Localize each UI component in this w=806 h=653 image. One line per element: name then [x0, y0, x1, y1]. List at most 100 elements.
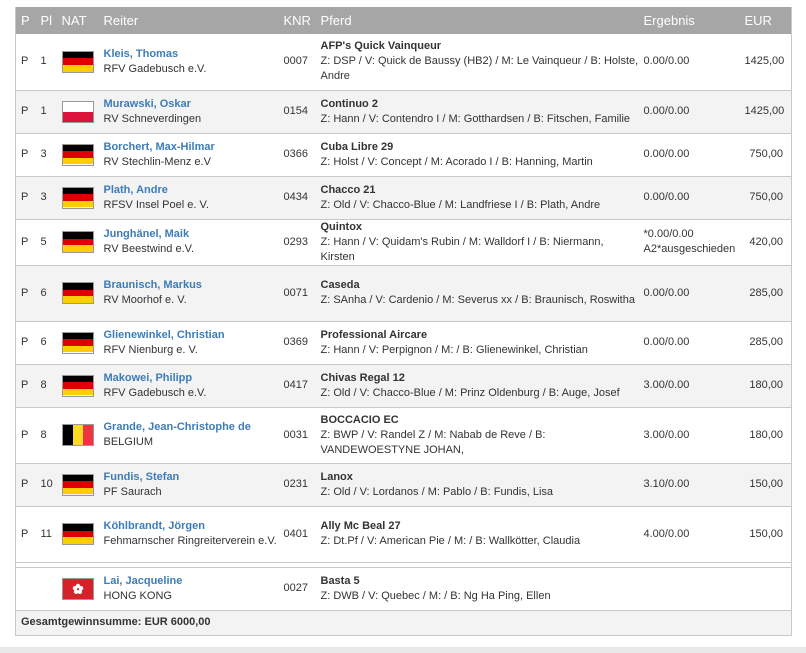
rider-link[interactable]: Junghänel, Maik	[104, 227, 279, 242]
rider-link[interactable]: Braunisch, Markus	[104, 278, 279, 293]
nat-cell	[56, 133, 99, 177]
nat-cell	[56, 506, 99, 563]
p-value: P	[21, 235, 29, 248]
pl-cell: 3	[35, 133, 57, 177]
eur-cell: 285,00	[739, 321, 792, 365]
rider-link[interactable]: Glienewinkel, Christian	[104, 328, 279, 343]
eur-cell: 285,00	[739, 265, 792, 322]
knr-cell: 0434	[278, 176, 316, 220]
knr-cell: 0293	[278, 219, 316, 266]
placing-value: 8	[40, 379, 47, 391]
placing-value: 6	[40, 286, 47, 299]
bottom-scrollbar-area	[0, 647, 806, 653]
horse-cell: Lanox Z: Old / V: Lordanos / M: Pablo / …	[315, 463, 639, 507]
placing-value: 3	[40, 191, 47, 203]
eur-value: 150,00	[749, 478, 783, 490]
rider-cell: Braunisch, Markus RV Moorhof e. V.	[98, 265, 279, 322]
horse-cell: Quintox Z: Hann / V: Quidam's Rubin / M:…	[315, 219, 639, 266]
horse-cell: Basta 5 Z: DWB / V: Quebec / M: / B: Ng …	[315, 567, 639, 611]
horse-details: Z: Hann / V: Contendro I / M: Gotthardse…	[320, 112, 631, 125]
p-value: P	[21, 55, 29, 68]
result-cell: 0.00/0.00	[638, 176, 740, 220]
rider-link[interactable]: Plath, Andre	[104, 183, 279, 198]
horse-name: Cuba Libre 29	[320, 140, 394, 153]
rider-club: BELGIUM	[103, 436, 154, 448]
horse-name: Continuo 2	[320, 97, 378, 110]
knr-value: 0231	[283, 478, 308, 490]
flag-icon	[61, 100, 94, 123]
horse-details: Z: BWP / V: Randel Z / M: Nabab de Reve …	[320, 428, 546, 456]
rider-link[interactable]: Murawski, Oskar	[104, 97, 279, 112]
result-value: 0.00/0.00	[643, 286, 690, 299]
eur-cell: 1425,00	[739, 90, 792, 134]
nat-cell	[56, 463, 99, 507]
knr-value: 0007	[283, 55, 308, 68]
results-body: P 1 Kleis, Thomas RFV Gadebusch e.V. 000…	[15, 34, 792, 563]
rider-link[interactable]: Grande, Jean-Christophe de	[104, 420, 279, 435]
rider-link[interactable]: Kleis, Thomas	[104, 47, 279, 62]
table-row: P 10 Fundis, Stefan PF Saurach 0231 Lano…	[15, 463, 792, 507]
p-cell: P	[15, 506, 36, 563]
knr-value: 0027	[283, 582, 308, 594]
result-value: 3.00/0.00	[643, 428, 690, 441]
horse-name: Caseda	[320, 279, 360, 291]
knr-value: 0369	[283, 336, 308, 348]
horse-cell: Cuba Libre 29 Z: Holst / V: Concept / M:…	[315, 133, 639, 177]
placing-value: 8	[40, 428, 47, 441]
rider-link[interactable]: Fundis, Stefan	[104, 470, 279, 485]
rider-cell: Köhlbrandt, Jörgen Fehmarnscher Ringreit…	[98, 506, 279, 563]
rider-cell: Plath, Andre RFSV Insel Poel e. V.	[98, 176, 279, 220]
horse-name: Ally Mc Beal 27	[320, 520, 401, 532]
pl-cell: 5	[35, 219, 57, 266]
placing-value: 6	[40, 336, 47, 348]
rider-cell: Makowei, Philipp RFV Gadebusch e.V.	[98, 364, 279, 408]
header-p: P	[15, 7, 36, 34]
flag-icon	[61, 50, 94, 73]
horse-details: Z: Hann / V: Perpignon / M: / B: Glienew…	[320, 343, 588, 356]
header-ergebnis: Ergebnis	[638, 7, 740, 34]
knr-value: 0071	[283, 286, 308, 299]
eur-value: 750,00	[749, 191, 783, 203]
p-value: P	[21, 478, 29, 490]
header-pl: Pl	[35, 7, 57, 34]
rider-link[interactable]: Köhlbrandt, Jörgen	[104, 519, 279, 534]
rider-link[interactable]: Makowei, Philipp	[104, 371, 279, 386]
flag-icon	[61, 282, 94, 304]
placing-value: 1	[40, 55, 47, 68]
knr-value: 0401	[283, 527, 308, 540]
result-cell: 4.00/0.00	[638, 506, 740, 563]
eur-value: 150,00	[749, 527, 783, 540]
eur-cell: 180,00	[739, 364, 792, 408]
pl-cell: 8	[35, 407, 57, 464]
rider-cell: Grande, Jean-Christophe de BELGIUM	[98, 407, 279, 464]
flag-icon	[61, 577, 94, 600]
p-value: P	[21, 148, 29, 160]
horse-details: Z: Old / V: Lordanos / M: Pablo / B: Fun…	[320, 485, 554, 498]
rider-cell: Kleis, Thomas RFV Gadebusch e.V.	[98, 34, 279, 91]
horse-details: Z: Holst / V: Concept / M: Acorado I / B…	[320, 155, 593, 168]
pl-cell: 1	[35, 90, 57, 134]
p-cell: P	[15, 219, 36, 266]
horse-details: Z: Hann / V: Quidam's Rubin / M: Walldor…	[320, 235, 604, 263]
placing-value: 11	[40, 527, 52, 540]
flag-icon	[61, 374, 94, 397]
knr-cell: 0031	[278, 407, 316, 464]
eur-value: 285,00	[749, 286, 783, 299]
p-cell	[15, 567, 36, 611]
flag-icon	[61, 186, 94, 209]
result-cell: 3.00/0.00	[638, 407, 740, 464]
result-cell: 0.00/0.00	[638, 133, 740, 177]
rider-club: HONG KONG	[103, 589, 172, 602]
flag-icon	[61, 473, 94, 496]
rider-link[interactable]: Lai, Jacqueline	[104, 574, 279, 589]
eur-value: 750,00	[749, 148, 783, 160]
knr-cell: 0369	[278, 321, 316, 365]
nat-cell	[56, 90, 99, 134]
rider-link[interactable]: Borchert, Max-Hilmar	[104, 140, 279, 155]
rider-club: RFV Nienburg e. V.	[103, 343, 198, 356]
header-nat: NAT	[56, 7, 99, 34]
horse-details: Z: SAnha / V: Cardenio / M: Severus xx /…	[320, 294, 635, 306]
result-value: 4.00/0.00	[643, 527, 690, 540]
p-value: P	[21, 379, 29, 391]
eur-cell: 750,00	[739, 133, 792, 177]
